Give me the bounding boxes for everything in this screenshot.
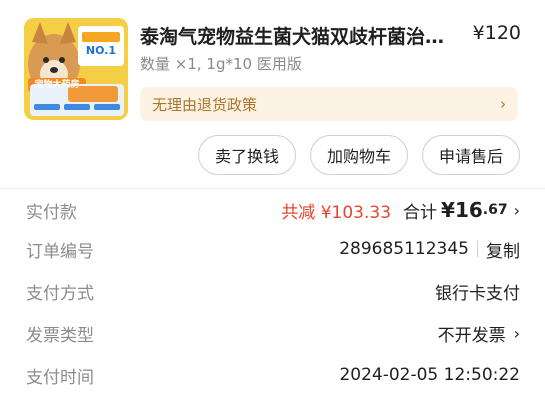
discount-amount: 共减 ¥103.33 bbox=[281, 202, 392, 223]
payment-time-row: 支付时间 2024-02-05 12:50:22 bbox=[26, 362, 520, 388]
product-spec: 数量 ×1, 1g*10 医用版 bbox=[140, 55, 302, 73]
chevron-right-icon: › bbox=[513, 200, 520, 220]
total-label: 合计 bbox=[403, 202, 438, 223]
order-number-value: 289685112345 bbox=[339, 239, 469, 259]
copy-button[interactable]: 复制 bbox=[486, 237, 520, 262]
invoice-type-row[interactable]: 发票类型 不开发票 › bbox=[26, 320, 520, 346]
payment-time-label: 支付时间 bbox=[26, 367, 94, 388]
product-image: NO.1 bbox=[24, 18, 128, 120]
payment-method-label: 支付方式 bbox=[26, 283, 94, 304]
product-badge: NO.1 bbox=[86, 44, 116, 57]
add-to-cart-button[interactable]: 加购物车 bbox=[310, 135, 408, 175]
return-policy-label: 无理由退货政策 bbox=[152, 95, 258, 114]
sell-button[interactable]: 卖了换钱 bbox=[198, 135, 296, 175]
chevron-right-icon: › bbox=[513, 323, 520, 343]
payment-method-value: 银行卡支付 bbox=[435, 283, 520, 304]
total-amount-major: 16 bbox=[454, 198, 483, 222]
product-thumbnail[interactable]: NO.1 宠物大药房 bbox=[24, 18, 128, 120]
after-sales-button[interactable]: 申请售后 bbox=[422, 135, 520, 175]
total-amount-minor: .67 bbox=[482, 202, 508, 218]
product-image-caption: 宠物大药房 bbox=[34, 80, 80, 90]
order-number-row: 订单编号 289685112345 复制 bbox=[26, 236, 520, 262]
paid-amount-row[interactable]: 实付款 共减 ¥103.33 合计 ¥ 16 .67 › bbox=[26, 197, 520, 223]
invoice-type-label: 发票类型 bbox=[26, 325, 94, 346]
section-divider bbox=[0, 188, 545, 189]
order-number-label: 订单编号 bbox=[26, 241, 94, 262]
paid-amount-label: 实付款 bbox=[26, 202, 77, 223]
chevron-right-icon: › bbox=[500, 95, 506, 113]
payment-method-row: 支付方式 银行卡支付 bbox=[26, 278, 520, 304]
return-policy-link[interactable]: 无理由退货政策 › bbox=[140, 87, 518, 121]
payment-time-value: 2024-02-05 12:50:22 bbox=[339, 365, 520, 385]
total-currency: ¥ bbox=[441, 198, 455, 222]
product-price: ¥120 bbox=[472, 22, 521, 44]
product-title[interactable]: 泰淘气宠物益生菌犬猫双歧杆菌治疗… bbox=[140, 22, 452, 49]
separator bbox=[477, 241, 478, 257]
invoice-type-value: 不开发票 bbox=[437, 325, 506, 346]
